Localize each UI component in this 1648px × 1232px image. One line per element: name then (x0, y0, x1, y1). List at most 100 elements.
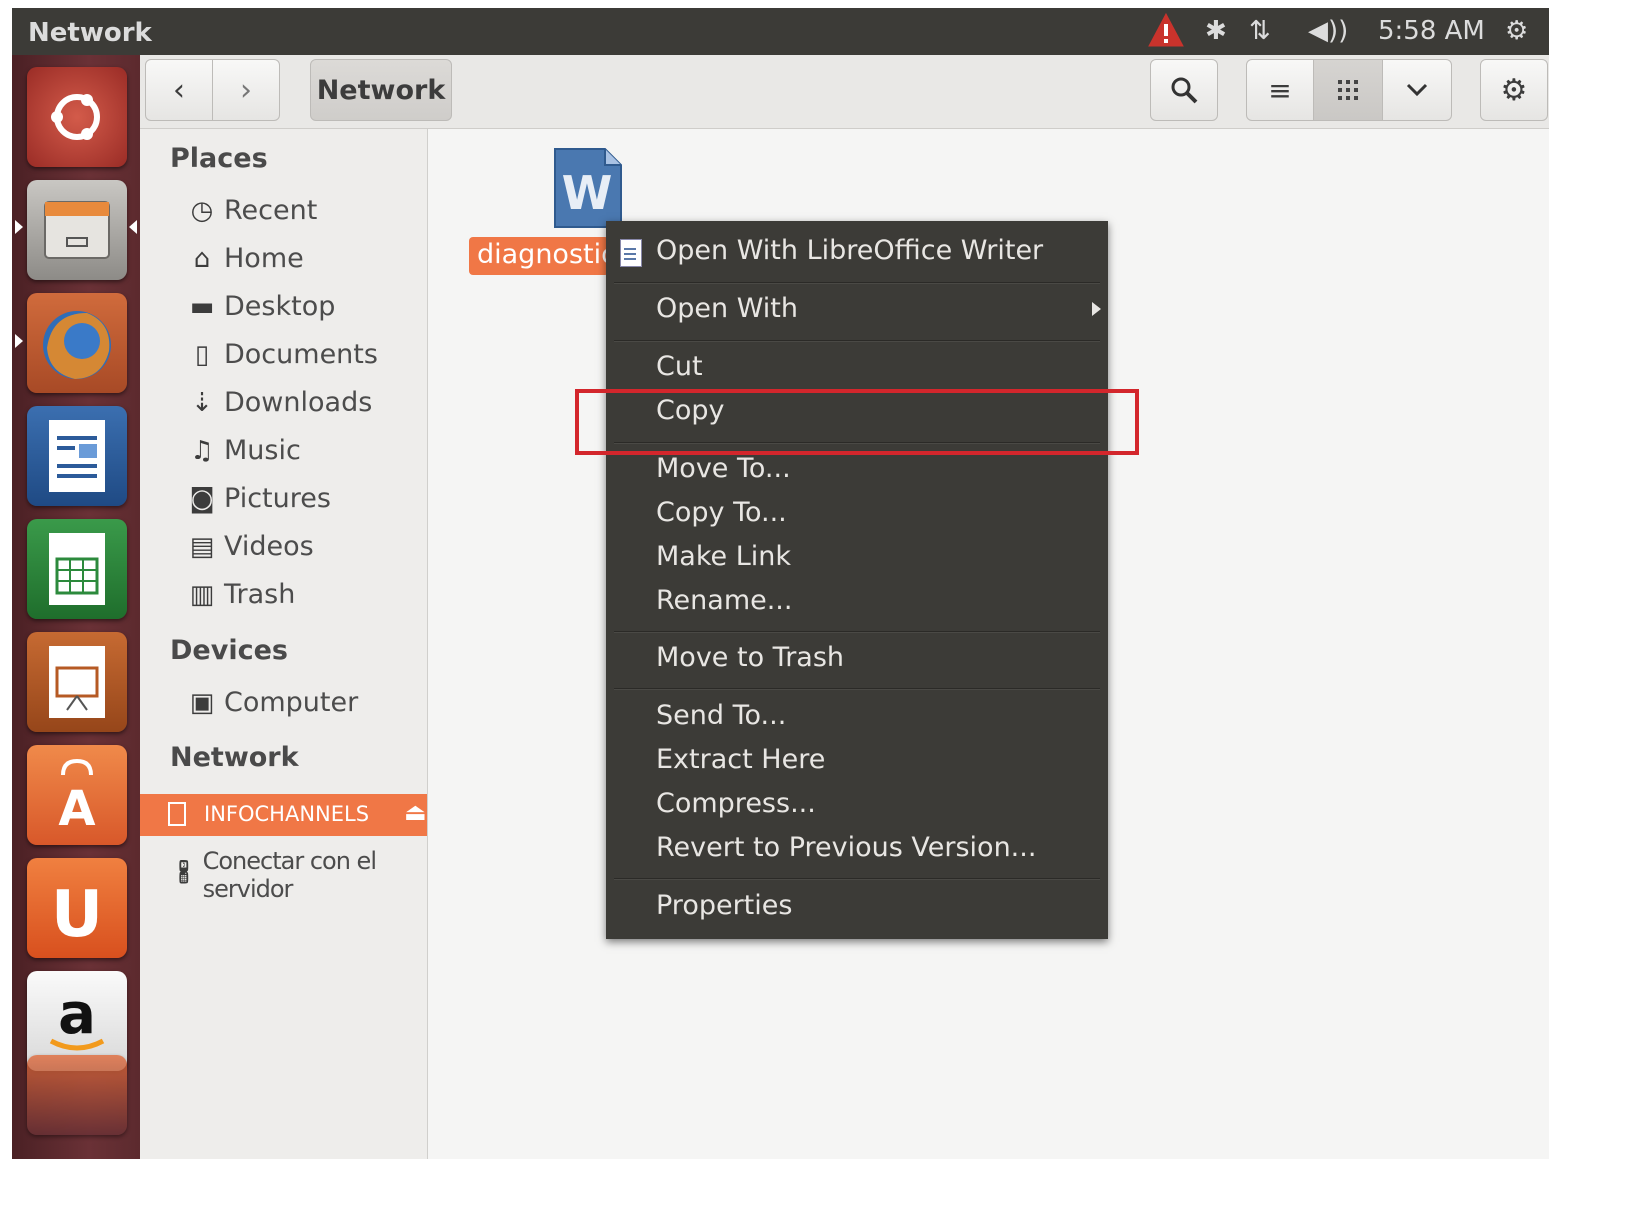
sidebar-item-infochannels[interactable]: INFOCHANNELS ⏏ (140, 794, 427, 836)
submenu-arrow-icon (1092, 302, 1101, 316)
sidebar-item-videos[interactable]: ▤ Videos (186, 531, 314, 562)
svg-text:A: A (58, 781, 95, 837)
active-indicator (129, 220, 137, 234)
list-view-button[interactable]: ≡ (1246, 59, 1314, 121)
window-title: Network (28, 18, 152, 48)
bluetooth-icon[interactable]: ✱ (1205, 16, 1227, 46)
writer-icon[interactable] (27, 406, 127, 506)
clock-icon: ◷ (190, 195, 214, 226)
warning-icon[interactable] (1147, 12, 1185, 52)
gear-icon: ⚙ (1500, 72, 1528, 108)
software-center-icon[interactable]: A (27, 745, 127, 845)
volume-icon[interactable]: ◀)) (1308, 16, 1348, 46)
sidebar: Places ◷ Recent ⌂ Home ▬ Desktop ▯ Documents… (140, 129, 428, 1159)
location-button[interactable]: Network (310, 59, 452, 121)
grid-view-button[interactable] (1313, 59, 1383, 121)
menu-move-to-trash[interactable]: Move to Trash (656, 642, 844, 673)
impress-icon[interactable] (27, 632, 127, 732)
music-icon: ♫ (190, 435, 214, 466)
sidebar-item-music[interactable]: ♫ Music (186, 435, 301, 466)
ubuntu-dash-icon[interactable] (27, 67, 127, 167)
download-icon: ⇣ (191, 387, 213, 418)
menu-rename[interactable]: Rename... (656, 585, 792, 616)
menu-separator (614, 688, 1100, 690)
network-icon[interactable]: ⇅ (1249, 16, 1271, 46)
view-options-button[interactable] (1382, 59, 1452, 121)
sidebar-item-label: Computer (224, 687, 359, 718)
chevron-right-icon: › (240, 72, 252, 108)
folder-icon: ▬ (189, 291, 215, 322)
svg-text:a: a (58, 982, 96, 1047)
sidebar-item-label: Pictures (224, 483, 331, 514)
copy-highlight-box (575, 389, 1139, 455)
menu-send-to[interactable]: Send To... (656, 700, 786, 731)
file-name-text: diagnostic (477, 239, 609, 270)
devices-header: Devices (170, 635, 288, 666)
back-button[interactable]: ‹ (145, 59, 213, 121)
svg-text:W: W (562, 166, 613, 220)
sidebar-item-computer[interactable]: ▣ Computer (186, 687, 359, 718)
menu-revert[interactable]: Revert to Previous Version... (656, 832, 1036, 863)
search-icon (1171, 77, 1198, 104)
search-button[interactable] (1150, 59, 1218, 121)
running-indicator (15, 220, 23, 234)
sidebar-item-label: Videos (224, 531, 314, 562)
sidebar-item-recent[interactable]: ◷ Recent (186, 195, 318, 226)
sidebar-item-documents[interactable]: ▯ Documents (186, 339, 378, 370)
word-document-icon[interactable]: W (553, 147, 623, 229)
list-icon: ≡ (1268, 73, 1292, 107)
sidebar-item-connect-server[interactable]: 🖁 Conectar con el servidor (170, 847, 427, 903)
top-panel: Network ✱ ⇅ ◀)) 5:58 AM ⚙ (12, 8, 1549, 55)
menu-open-with[interactable]: Open With (656, 293, 798, 324)
menu-separator (614, 340, 1100, 342)
menu-separator (614, 282, 1100, 284)
power-icon[interactable]: ⚙ (1505, 16, 1528, 46)
clock[interactable]: 5:58 AM (1378, 16, 1485, 46)
ubuntu-one-icon[interactable]: U (27, 858, 127, 958)
sidebar-item-label: Music (224, 435, 301, 466)
film-icon: ▤ (189, 531, 215, 562)
menu-make-link[interactable]: Make Link (656, 541, 791, 572)
sidebar-item-label: Trash (224, 579, 296, 610)
menu-extract-here[interactable]: Extract Here (656, 744, 825, 775)
sidebar-item-label: Documents (224, 339, 378, 370)
sidebar-item-trash[interactable]: ▥ Trash (186, 579, 296, 610)
sidebar-item-label: Desktop (224, 291, 336, 322)
launcher: A U a (12, 55, 140, 1159)
network-header: Network (170, 742, 299, 773)
sidebar-item-pictures[interactable]: ◙ Pictures (186, 483, 331, 514)
menu-copy-to[interactable]: Copy To... (656, 497, 787, 528)
sidebar-item-label: Home (224, 243, 304, 274)
calc-icon[interactable] (27, 519, 127, 619)
menu-properties[interactable]: Properties (656, 890, 792, 921)
menu-compress[interactable]: Compress... (656, 788, 816, 819)
server-icon: 🖁 (178, 861, 189, 886)
sidebar-item-downloads[interactable]: ⇣ Downloads (186, 387, 372, 418)
camera-icon: ◙ (189, 483, 215, 514)
trash-icon: ▥ (189, 579, 215, 610)
menu-open-with-writer[interactable]: Open With LibreOffice Writer (656, 235, 1043, 266)
firefox-icon[interactable] (27, 293, 127, 393)
chevron-left-icon: ‹ (173, 72, 185, 108)
menu-move-to[interactable]: Move To... (656, 453, 791, 484)
forward-button[interactable]: › (212, 59, 280, 121)
location-label: Network (316, 74, 446, 106)
updates-icon[interactable] (27, 1055, 127, 1135)
places-header: Places (170, 143, 268, 174)
sidebar-item-label: Recent (224, 195, 318, 226)
svg-text:U: U (51, 878, 103, 952)
context-menu: Open With LibreOffice Writer Open With C… (606, 221, 1108, 939)
sidebar-item-home[interactable]: ⌂ Home (186, 243, 304, 274)
home-icon: ⌂ (193, 243, 211, 274)
sidebar-item-desktop[interactable]: ▬ Desktop (186, 291, 336, 322)
network-share-icon (168, 802, 186, 826)
eject-icon[interactable]: ⏏ (404, 798, 427, 826)
menu-separator (614, 631, 1100, 633)
menu-cut[interactable]: Cut (656, 351, 703, 382)
document-icon: ▯ (194, 339, 210, 370)
files-icon[interactable] (27, 180, 127, 280)
file-name-label[interactable]: diagnostic (469, 237, 609, 275)
settings-button[interactable]: ⚙ (1480, 59, 1548, 121)
grid-icon (1338, 80, 1358, 100)
menu-separator (614, 878, 1100, 880)
